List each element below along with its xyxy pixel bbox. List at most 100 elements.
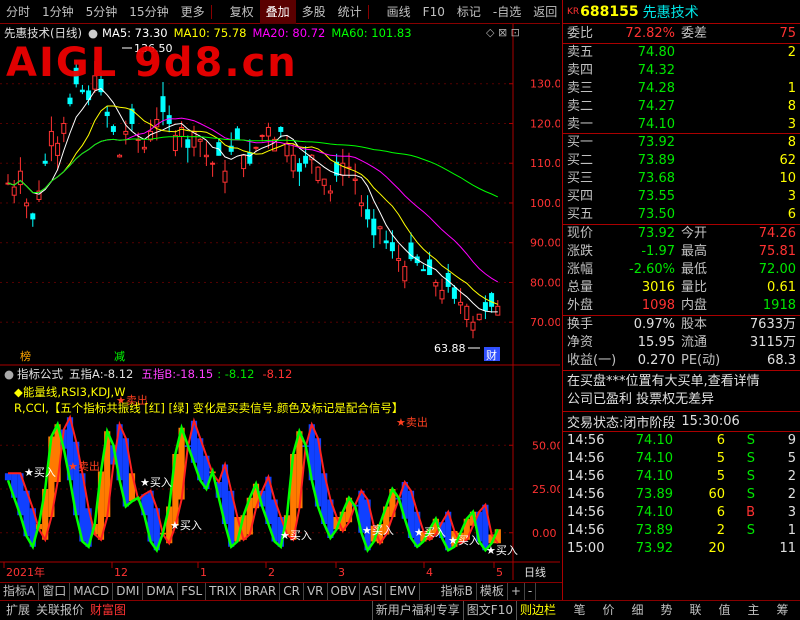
status-item[interactable]: 扩展 xyxy=(3,601,33,620)
indicator-tab[interactable]: MACD xyxy=(70,583,114,600)
ma-label: MA20: 80.72 xyxy=(252,26,326,40)
y-tick-label: 90.00 xyxy=(530,237,560,250)
indicator-tab[interactable]: 指标A xyxy=(0,583,40,600)
y-tick-label: 130.0 xyxy=(530,78,560,91)
status-item[interactable]: 笔 xyxy=(570,601,588,620)
tick-count: 5 xyxy=(787,451,796,466)
order-row[interactable]: 卖一 74.10 3 xyxy=(563,116,800,134)
stat-label: 净资 xyxy=(567,335,594,350)
status-item[interactable]: 细 xyxy=(628,601,646,620)
order-row[interactable]: 买一 73.92 8 xyxy=(563,134,800,152)
candle-body xyxy=(340,162,346,176)
toolbar-item[interactable]: 返回 xyxy=(527,0,563,24)
toolbar-item[interactable]: 统计 xyxy=(332,0,368,24)
status-item[interactable]: 筹 xyxy=(773,601,791,620)
candle-body xyxy=(265,126,271,137)
toolbar-item[interactable]: 15分钟 xyxy=(123,0,174,24)
candle-body xyxy=(284,142,290,157)
stat-row: 收益(一) 0.270 PE(动) 68.3 xyxy=(563,352,800,370)
indicator-tab[interactable]: EMV xyxy=(386,583,420,600)
tick-count: 2 xyxy=(787,469,796,484)
candle-body xyxy=(420,269,426,272)
order-row[interactable]: 卖四 74.32 xyxy=(563,62,800,80)
stat-value: 15.95 xyxy=(637,335,675,350)
order-row[interactable]: 卖二 74.27 8 xyxy=(563,98,800,116)
order-row[interactable]: 买三 73.68 10 xyxy=(563,170,800,188)
toolbar-item[interactable]: 分时 xyxy=(0,0,36,24)
dropdown-icon[interactable]: ● xyxy=(88,26,98,40)
indicator-tab[interactable]: TRIX xyxy=(206,583,241,600)
ma60-line xyxy=(7,135,499,198)
status-item[interactable]: 主 xyxy=(744,601,762,620)
tick-time: 14:56 xyxy=(567,487,605,502)
trade-time: 15:30:06 xyxy=(681,414,740,429)
status-item[interactable]: 则边栏 xyxy=(515,601,559,620)
status-item[interactable]: 价 xyxy=(599,601,617,620)
status-item[interactable]: 联 xyxy=(686,601,704,620)
order-row[interactable]: 买二 73.89 62 xyxy=(563,152,800,170)
order-row[interactable]: 卖五 74.80 2 xyxy=(563,44,800,62)
chart-controls[interactable]: ◇ ⊠ ⊡ xyxy=(486,26,520,39)
indicator-tab[interactable]: 模板 xyxy=(477,583,508,600)
indicator-tab[interactable]: CR xyxy=(280,583,304,600)
candle-body xyxy=(489,293,495,307)
indicator-tab[interactable]: 窗口 xyxy=(39,583,71,600)
status-item[interactable]: 值 xyxy=(715,601,733,620)
indicator-tab[interactable]: DMI xyxy=(113,583,144,600)
order-volume: 10 xyxy=(779,171,796,186)
tick-price: 74.10 xyxy=(635,469,673,484)
toolbar-item[interactable]: 标记 xyxy=(451,0,487,24)
candle-body xyxy=(451,287,457,299)
toolbar-item[interactable]: 画线 xyxy=(381,0,417,24)
toolbar-item[interactable]: 1分钟 xyxy=(36,0,80,24)
toolbar-item[interactable]: 叠加 xyxy=(259,0,296,24)
chart-area[interactable]: 130.0 120.0 110.0 100.0 90.00 80.00 70.00 136.5… xyxy=(0,24,564,580)
indicator-tab[interactable]: ASI xyxy=(360,583,387,600)
market-badge: KR xyxy=(567,6,580,17)
indicator-tab[interactable]: BRAR xyxy=(241,583,281,600)
toolbar-item[interactable]: 复权 xyxy=(224,0,260,24)
toolbar-item[interactable]: 5分钟 xyxy=(80,0,124,24)
kline-svg[interactable]: 130.0120.0110.0100.090.0080.0070.00136.5… xyxy=(0,24,564,580)
status-item[interactable]: 关联报价 xyxy=(33,601,87,620)
event-marker-cai: 财 xyxy=(486,348,497,362)
tick-volume: 6 xyxy=(716,505,725,520)
candle-body xyxy=(371,218,377,236)
order-row[interactable]: 卖三 74.28 1 xyxy=(563,80,800,98)
indicator-desc-2: R,CCI,【五个指标共振线 [红] [绿] 变化是买卖信号.颜色及标记是配合信… xyxy=(14,401,404,415)
indicator-tab[interactable]: OBV xyxy=(328,583,361,600)
indicator-tab[interactable]: + xyxy=(508,583,525,600)
order-row[interactable]: 买五 73.50 6 xyxy=(563,206,800,224)
indicator-tab[interactable]: VR xyxy=(304,583,328,600)
stat-label: 今开 xyxy=(681,226,708,241)
dropdown-icon[interactable]: ● xyxy=(4,367,14,381)
x-tick-label: 1 xyxy=(200,566,207,579)
news-line-1[interactable]: 在买盘***位置有大买单,查看详情 xyxy=(567,373,796,391)
toolbar-item[interactable]: 多股 xyxy=(296,0,332,24)
x-tick-label: 4 xyxy=(426,566,433,579)
order-volume: 3 xyxy=(787,117,796,132)
status-item[interactable]: 势 xyxy=(657,601,675,620)
tick-row: 14:56 73.89 60 S 2 xyxy=(563,486,800,504)
indicator-tab[interactable]: 指标B xyxy=(438,583,477,600)
candle-body xyxy=(482,302,488,311)
zhibiao-b-label: 五指B: xyxy=(141,367,177,381)
stat-value: -1.97 xyxy=(641,244,675,259)
status-item[interactable]: 财富图 xyxy=(87,601,129,620)
indicator-tab[interactable]: DMA xyxy=(143,583,179,600)
candle-body xyxy=(61,122,67,134)
news-line-2[interactable]: 公司已盈利 投票权无差异 xyxy=(567,391,796,409)
toolbar-item[interactable]: F10 xyxy=(417,0,451,24)
event-marker-jian: 减 xyxy=(114,350,125,363)
status-item[interactable]: 图文F10 xyxy=(462,601,516,620)
order-row[interactable]: 买四 73.55 3 xyxy=(563,188,800,206)
stat-value: 68.3 xyxy=(767,353,796,368)
indicator-tab[interactable]: - xyxy=(525,583,537,600)
indicator-tab[interactable]: FSL xyxy=(178,583,207,600)
status-item[interactable]: 新用户福利专享 xyxy=(371,601,463,620)
buy-signal: ★买入 xyxy=(24,466,56,479)
candle-body xyxy=(210,162,216,165)
toolbar-item[interactable]: 更多 xyxy=(175,0,211,24)
toolbar-item[interactable]: -自选 xyxy=(487,0,527,24)
status-bar: 扩展 关联报价 财富图 新用户福利专享 图文F10 则边栏 笔价细势联值主筹 xyxy=(0,600,800,620)
